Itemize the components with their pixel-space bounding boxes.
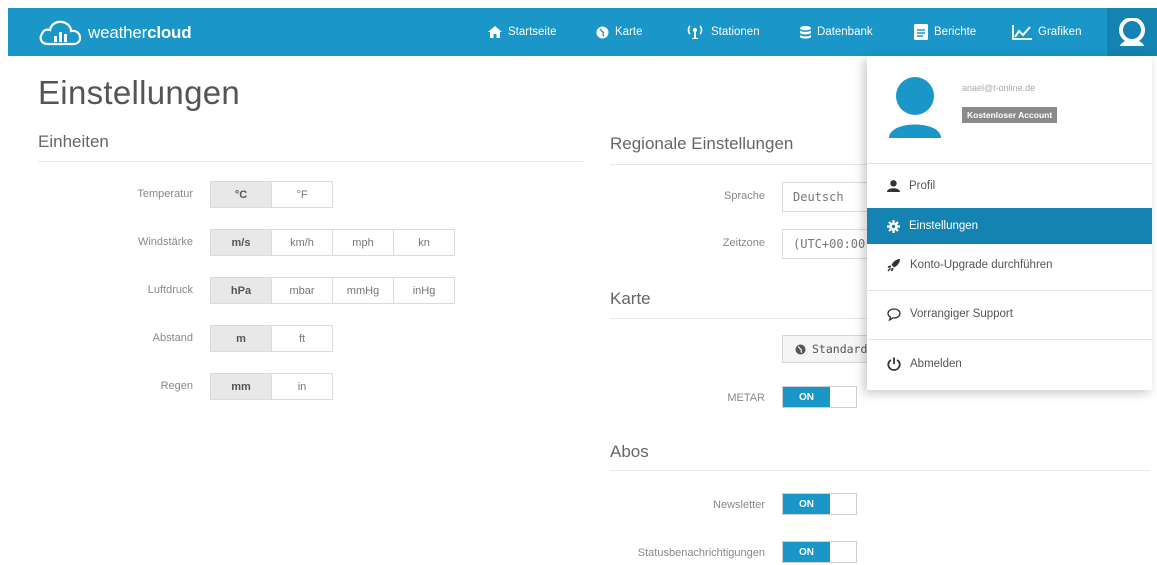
- nav-label: Berichte: [934, 26, 977, 38]
- unit-option-mph[interactable]: mph: [332, 229, 394, 256]
- menu-item-support[interactable]: Vorrangiger Support: [867, 296, 1152, 332]
- line-chart-icon: [1012, 24, 1032, 40]
- wind-speed-label: Windstärke: [137, 236, 193, 248]
- unit-option-kmh[interactable]: km/h: [271, 229, 333, 256]
- home-icon: [488, 26, 502, 38]
- status-notifications-label: Statusbenachrichtigungen: [637, 547, 765, 559]
- user-dropdown-menu: anael@t-online.de Kostenloser Account Pr…: [867, 56, 1152, 390]
- nav-karte[interactable]: Karte: [596, 8, 643, 56]
- user-avatar-icon: [889, 77, 941, 138]
- unit-option-kn[interactable]: kn: [393, 229, 455, 256]
- nav-label: Karte: [615, 26, 643, 38]
- unit-option-ft[interactable]: ft: [271, 325, 333, 352]
- menu-item-label: Konto-Upgrade durchführen: [910, 259, 1053, 271]
- temperature-unit-group: °C °F: [210, 181, 333, 208]
- account-type-badge: Kostenloser Account: [962, 107, 1058, 123]
- nav-datenbank[interactable]: Datenbank: [800, 8, 873, 56]
- temperature-label: Temperatur: [137, 188, 193, 200]
- unit-option-m[interactable]: m: [210, 325, 272, 352]
- user-icon: [887, 180, 900, 192]
- language-label: Sprache: [724, 190, 765, 202]
- user-menu-toggle[interactable]: [1107, 8, 1157, 56]
- menu-item-label: Profil: [909, 180, 936, 192]
- units-section-title: Einheiten: [38, 132, 109, 151]
- subscriptions-divider: [610, 470, 1150, 471]
- nav-label: Stationen: [711, 26, 760, 38]
- page-title: Einstellungen: [38, 74, 241, 111]
- unit-option-celsius[interactable]: °C: [210, 181, 272, 208]
- distance-label: Abstand: [152, 332, 193, 344]
- globe-icon: [596, 26, 609, 38]
- rain-unit-group: mm in: [210, 373, 333, 400]
- cloud-logo-icon: [39, 20, 82, 46]
- menu-item-upgrade[interactable]: Konto-Upgrade durchführen: [867, 247, 1152, 283]
- unit-option-ms[interactable]: m/s: [210, 229, 272, 256]
- nav-label: Grafiken: [1038, 26, 1082, 38]
- menu-item-label: Vorrangiger Support: [910, 308, 1013, 320]
- top-navbar: weathercloud Startseite Karte Stationen …: [8, 8, 1157, 56]
- rain-label: Regen: [160, 380, 193, 392]
- database-icon: [800, 25, 811, 39]
- menu-item-settings[interactable]: Einstellungen: [867, 208, 1152, 244]
- distance-unit-group: m ft: [210, 325, 333, 352]
- toggle-on-state: ON: [783, 387, 830, 407]
- timezone-select[interactable]: (UTC+00:00): [782, 229, 872, 259]
- metar-toggle[interactable]: ON: [782, 386, 857, 408]
- pressure-label: Luftdruck: [147, 284, 193, 296]
- menu-item-profile[interactable]: Profil: [867, 168, 1152, 204]
- toggle-on-state: ON: [783, 542, 830, 562]
- rocket-icon: [887, 259, 900, 272]
- menu-item-label: Abmelden: [910, 358, 962, 370]
- regional-section-title: Regionale Einstellungen: [610, 134, 794, 153]
- unit-option-mmhg[interactable]: mmHg: [332, 277, 394, 304]
- antenna-icon: [687, 25, 703, 39]
- unit-option-hpa[interactable]: hPa: [210, 277, 272, 304]
- menu-divider: [867, 163, 1152, 164]
- unit-option-mbar[interactable]: mbar: [271, 277, 333, 304]
- language-select[interactable]: Deutsch: [782, 182, 872, 212]
- weathercloud-logo[interactable]: weathercloud: [38, 20, 192, 46]
- nav-label: Datenbank: [817, 26, 873, 38]
- globe-icon: [795, 344, 806, 354]
- menu-divider: [867, 339, 1152, 340]
- map-style-label: Standard: [812, 342, 868, 356]
- wind-speed-unit-group: m/s km/h mph kn: [210, 229, 455, 256]
- pressure-unit-group: hPa mbar mmHg inHg: [210, 277, 455, 304]
- gear-icon: [887, 219, 900, 233]
- regional-divider: [610, 164, 867, 165]
- newsletter-label: Newsletter: [713, 499, 765, 511]
- power-icon: [887, 357, 901, 371]
- status-notifications-toggle[interactable]: ON: [782, 541, 857, 563]
- units-divider: [38, 161, 583, 162]
- subscriptions-section-title: Abos: [610, 442, 649, 461]
- timezone-label: Zeitzone: [722, 237, 765, 249]
- map-style-button[interactable]: Standard: [782, 335, 877, 363]
- toggle-on-state: ON: [783, 494, 830, 514]
- user-avatar-icon: [1119, 18, 1145, 46]
- nav-grafiken[interactable]: Grafiken: [1012, 8, 1081, 56]
- document-icon: [914, 24, 928, 40]
- unit-option-inhg[interactable]: inHg: [393, 277, 455, 304]
- nav-stationen[interactable]: Stationen: [685, 8, 760, 56]
- menu-divider: [867, 290, 1152, 291]
- unit-option-fahrenheit[interactable]: °F: [271, 181, 333, 208]
- brand-name: weathercloud: [88, 23, 192, 42]
- newsletter-toggle[interactable]: ON: [782, 493, 857, 515]
- user-email: anael@t-online.de: [962, 83, 1036, 93]
- nav-berichte[interactable]: Berichte: [914, 8, 976, 56]
- chat-bubble-icon: [887, 307, 901, 321]
- menu-item-logout[interactable]: Abmelden: [867, 346, 1152, 382]
- nav-label: Startseite: [508, 26, 557, 38]
- menu-item-label: Einstellungen: [909, 220, 979, 232]
- unit-option-mm[interactable]: mm: [210, 373, 272, 400]
- unit-option-in[interactable]: in: [271, 373, 333, 400]
- map-section-title: Karte: [610, 289, 651, 308]
- nav-startseite[interactable]: Startseite: [488, 8, 557, 56]
- metar-label: METAR: [727, 392, 765, 404]
